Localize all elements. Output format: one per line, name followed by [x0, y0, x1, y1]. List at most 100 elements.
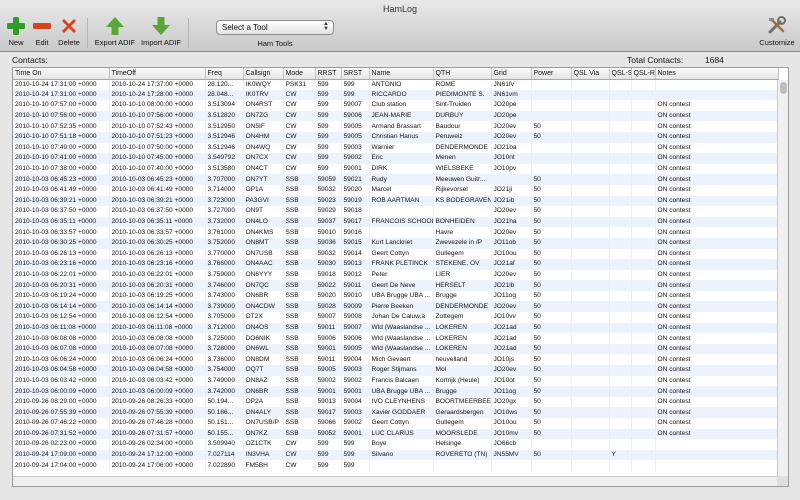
table-cell: ON4OS: [243, 322, 284, 334]
table-row[interactable]: 2010-10-03 06:26:13 +0000 2010-10-03 06:2…: [13, 248, 779, 260]
edit-button[interactable]: Edit: [30, 16, 54, 50]
table-cell: 2010-10-03 06:14:14 +0000: [109, 301, 206, 313]
column-header[interactable]: RRST: [315, 68, 342, 80]
table-cell: UBA Brugge UBA ...: [369, 386, 434, 397]
table-cell: 59008: [341, 312, 370, 323]
column-header[interactable]: SRST: [341, 68, 370, 80]
column-header[interactable]: QSL-S: [609, 68, 632, 80]
contacts-table[interactable]: Time On TimeOff Freq Callsign Mode RRST SRST Na…: [12, 67, 789, 487]
table-row[interactable]: 2010-10-03 06:04:58 +0000 2010-10-03 06:0…: [13, 365, 779, 376]
table-cell: JO20ev: [491, 365, 532, 376]
table-cell: MOORSLEDE: [433, 428, 492, 440]
table-cell: [609, 354, 632, 366]
table-cell: 2010-09-26 08:29:00 +0000: [13, 396, 110, 408]
table-cell: ON7YT: [243, 174, 284, 185]
column-header[interactable]: QTH: [433, 68, 492, 80]
table-row[interactable]: 2010-09-26 08:29:00 +0000 2010-09-26 08:2…: [13, 396, 779, 408]
table-cell: 2010-10-10 07:52:43 +0000: [109, 121, 206, 132]
table-cell: 59005: [315, 365, 342, 376]
table-row[interactable]: 2010-09-24 17:09:00 +0000 2010-09-24 17:1…: [13, 449, 779, 461]
table-row[interactable]: 2010-09-24 17:04:00 +0000 2010-09-24 17:0…: [13, 460, 779, 471]
table-cell: [609, 121, 632, 132]
table-row[interactable]: 2010-10-03 06:33:57 +0000 2010-10-03 06:3…: [13, 227, 779, 238]
table-cell: JO21lb: [491, 280, 532, 291]
column-header[interactable]: TimeOff: [109, 68, 206, 80]
table-cell: 2010-10-10 07:38:00 +0000: [13, 163, 110, 175]
table-row[interactable]: 2010-10-03 06:20:31 +0000 2010-10-03 06:2…: [13, 280, 779, 291]
table-cell: ROVERETO (TN): [433, 449, 492, 461]
column-header[interactable]: Power: [531, 68, 572, 80]
table-cell: 7.027114: [205, 449, 244, 461]
ham-tools-caption: Ham Tools: [257, 39, 293, 48]
column-header[interactable]: Mode: [283, 68, 316, 80]
table-row[interactable]: 2010-10-24 17:31:00 +0000 2010-10-24 17:2…: [13, 89, 779, 101]
table-row[interactable]: 2010-10-10 07:51:18 +0000 2010-10-10 07:5…: [13, 131, 779, 143]
column-header[interactable]: Time On: [13, 68, 110, 80]
table-cell: 3.725000: [205, 333, 244, 344]
table-row[interactable]: 2010-10-24 17:31:00 +0000 2010-10-24 17:3…: [13, 79, 779, 90]
column-header[interactable]: Grid: [491, 68, 532, 80]
table-cell: ON9T: [243, 206, 284, 217]
horizontal-scrollbar[interactable]: [13, 476, 778, 486]
table-row[interactable]: 2010-10-03 06:37:50 +0000 2010-10-03 06:3…: [13, 206, 779, 217]
table-row[interactable]: 2010-10-03 06:14:14 +0000 2010-10-03 06:1…: [13, 301, 779, 313]
table-cell: Helsinge: [433, 439, 492, 450]
column-header[interactable]: Name: [369, 68, 434, 80]
table-row[interactable]: 2010-10-10 07:38:00 +0000 2010-10-10 07:4…: [13, 163, 779, 175]
table-row[interactable]: 2010-10-03 06:23:16 +0000 2010-10-03 06:2…: [13, 259, 779, 270]
table-cell: [655, 89, 779, 101]
table-cell: 3.754000: [205, 365, 244, 376]
column-header[interactable]: Notes: [655, 68, 779, 80]
table-row[interactable]: 2010-10-03 06:00:09 +0000 2010-10-03 06:0…: [13, 386, 779, 397]
table-row[interactable]: 2010-10-03 06:11:08 +0000 2010-10-03 06:1…: [13, 322, 779, 334]
table-cell: ON contest: [655, 418, 779, 429]
table-cell: 599: [341, 79, 370, 90]
scroll-thumb[interactable]: [780, 82, 787, 94]
table-cell: SSB: [283, 365, 316, 376]
table-row[interactable]: 2010-10-03 06:39:21 +0000 2010-10-03 06:3…: [13, 195, 779, 207]
export-adif-button[interactable]: Export ADIF: [93, 16, 137, 50]
table-row[interactable]: 2010-09-26 07:46:22 +0000 2010-09-26 07:4…: [13, 418, 779, 429]
table-row[interactable]: 2010-10-10 07:56:00 +0000 2010-10-10 07:5…: [13, 110, 779, 122]
table-row[interactable]: 2010-09-26 02:23:00 +0000 2010-09-26 02:3…: [13, 439, 779, 450]
table-row[interactable]: 2010-10-03 06:45:23 +0000 2010-10-03 06:4…: [13, 174, 779, 185]
vertical-scrollbar[interactable]: [777, 80, 788, 476]
table-cell: Pierre Beeken: [369, 301, 434, 313]
new-button[interactable]: New: [5, 16, 27, 50]
table-cell: 59004: [341, 354, 370, 366]
delete-button[interactable]: Delete: [56, 16, 82, 50]
table-row[interactable]: 2010-10-10 07:57:00 +0000 2010-10-10 08:0…: [13, 100, 779, 111]
table-cell: 3.712000: [205, 322, 244, 334]
table-row[interactable]: 2010-10-03 06:41:49 +0000 2010-10-03 06:4…: [13, 184, 779, 196]
import-adif-button[interactable]: Import ADIF: [139, 16, 183, 50]
table-cell: 3.770000: [205, 248, 244, 260]
table-cell: [609, 386, 632, 397]
tool-select[interactable]: Select a Tool ▲ ▼: [216, 20, 334, 35]
table-cell: ON contest: [655, 195, 779, 207]
table-row[interactable]: 2010-10-03 06:19:24 +0000 2010-10-03 06:1…: [13, 290, 779, 302]
table-cell: JO21af: [491, 259, 532, 270]
table-row[interactable]: 2010-10-03 06:22:01 +0000 2010-10-03 06:2…: [13, 269, 779, 281]
table-row[interactable]: 2010-10-03 06:06:24 +0000 2010-10-03 06:0…: [13, 354, 779, 366]
table-row[interactable]: 2010-10-10 07:49:00 +0000 2010-10-10 07:5…: [13, 142, 779, 154]
table-row[interactable]: 2010-10-03 06:07:08 +0000 2010-10-03 06:0…: [13, 343, 779, 355]
table-cell: 59001: [315, 343, 342, 355]
table-cell: 2010-09-26 07:46:28 +0000: [109, 418, 206, 429]
table-row[interactable]: 2010-10-10 07:52:35 +0000 2010-10-10 07:5…: [13, 121, 779, 132]
table-row[interactable]: 2010-10-10 07:41:00 +0000 2010-10-10 07:4…: [13, 153, 779, 164]
table-cell: ON4LO: [243, 216, 284, 228]
table-cell: Gullegem: [433, 248, 492, 260]
table-cell: SSB: [283, 290, 316, 302]
table-row[interactable]: 2010-10-03 06:03:42 +0000 2010-10-03 06:0…: [13, 375, 779, 387]
column-header[interactable]: Freq: [205, 68, 244, 80]
customize-button[interactable]: Customize: [757, 16, 797, 50]
column-header[interactable]: QSL-R: [631, 68, 656, 80]
table-row[interactable]: 2010-10-03 06:35:11 +0000 2010-10-03 06:3…: [13, 216, 779, 228]
column-header[interactable]: Callsign: [243, 68, 284, 80]
table-row[interactable]: 2010-09-26 07:55:39 +0000 2010-09-26 07:5…: [13, 407, 779, 418]
table-row[interactable]: 2010-09-26 07:31:52 +0000 2010-09-26 07:3…: [13, 428, 779, 440]
table-row[interactable]: 2010-10-03 06:08:08 +0000 2010-10-03 06:0…: [13, 333, 779, 344]
column-header[interactable]: QSL Via: [571, 68, 610, 80]
table-row[interactable]: 2010-10-03 06:30:25 +0000 2010-10-03 06:3…: [13, 237, 779, 249]
table-row[interactable]: 2010-10-03 06:12:54 +0000 2010-10-03 06:1…: [13, 312, 779, 323]
